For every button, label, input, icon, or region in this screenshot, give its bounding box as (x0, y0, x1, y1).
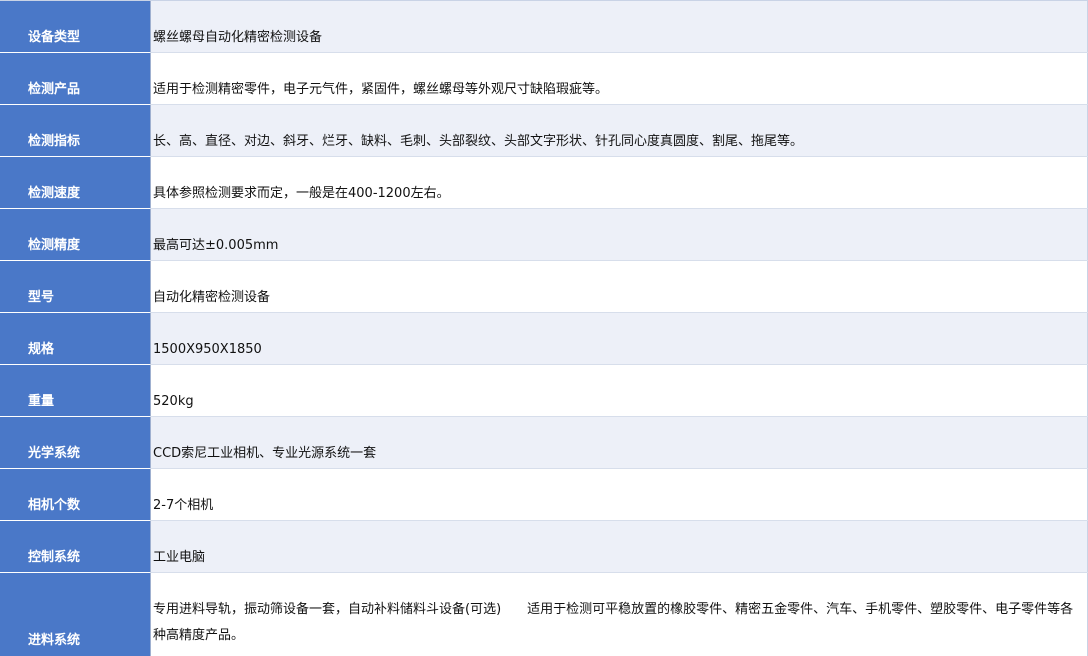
spec-value: 适用于检测精密零件，电子元气件，紧固件，螺丝螺母等外观尺寸缺陷瑕疵等。 (150, 53, 1088, 104)
spec-row-inspection-indicators: 检测指标 长、高、直径、对边、斜牙、烂牙、缺料、毛刺、头部裂纹、头部文字形状、针… (0, 105, 1088, 157)
spec-row-weight: 重量 520kg (0, 365, 1088, 417)
spec-label: 控制系统 (0, 521, 150, 573)
spec-label: 检测精度 (0, 209, 150, 261)
spec-label: 进料系统 (0, 573, 150, 656)
spec-row-device-type: 设备类型 螺丝螺母自动化精密检测设备 (0, 1, 1088, 53)
spec-value: CCD索尼工业相机、专业光源系统一套 (150, 417, 1088, 468)
spec-value: 最高可达±0.005mm (150, 209, 1088, 260)
spec-row-inspected-products: 检测产品 适用于检测精密零件，电子元气件，紧固件，螺丝螺母等外观尺寸缺陷瑕疵等。 (0, 53, 1088, 105)
spec-row-inspection-precision: 检测精度 最高可达±0.005mm (0, 209, 1088, 261)
spec-row-camera-count: 相机个数 2-7个相机 (0, 469, 1088, 521)
spec-label: 检测速度 (0, 157, 150, 209)
spec-table: 设备类型 螺丝螺母自动化精密检测设备 检测产品 适用于检测精密零件，电子元气件，… (0, 0, 1088, 656)
spec-label: 检测产品 (0, 53, 150, 105)
spec-value: 工业电脑 (150, 521, 1088, 572)
spec-row-optical-system: 光学系统 CCD索尼工业相机、专业光源系统一套 (0, 417, 1088, 469)
spec-value: 1500X950X1850 (150, 313, 1088, 364)
spec-value: 螺丝螺母自动化精密检测设备 (150, 1, 1088, 52)
spec-label: 规格 (0, 313, 150, 365)
spec-label: 设备类型 (0, 1, 150, 53)
spec-row-control-system: 控制系统 工业电脑 (0, 521, 1088, 573)
spec-label: 相机个数 (0, 469, 150, 521)
spec-value: 具体参照检测要求而定，一般是在400-1200左右。 (150, 157, 1088, 208)
spec-row-inspection-speed: 检测速度 具体参照检测要求而定，一般是在400-1200左右。 (0, 157, 1088, 209)
spec-label: 重量 (0, 365, 150, 417)
spec-value: 专用进料导轨，振动筛设备一套，自动补料储料斗设备(可选) 适用于检测可平稳放置的… (150, 573, 1088, 656)
spec-label: 型号 (0, 261, 150, 313)
spec-row-model: 型号 自动化精密检测设备 (0, 261, 1088, 313)
spec-row-feeding-system: 进料系统 专用进料导轨，振动筛设备一套，自动补料储料斗设备(可选) 适用于检测可… (0, 573, 1088, 656)
spec-label: 检测指标 (0, 105, 150, 157)
spec-value: 自动化精密检测设备 (150, 261, 1088, 312)
spec-value: 长、高、直径、对边、斜牙、烂牙、缺料、毛刺、头部裂纹、头部文字形状、针孔同心度真… (150, 105, 1088, 156)
spec-row-dimensions: 规格 1500X950X1850 (0, 313, 1088, 365)
spec-value: 2-7个相机 (150, 469, 1088, 520)
spec-label: 光学系统 (0, 417, 150, 469)
spec-value: 520kg (150, 365, 1088, 416)
